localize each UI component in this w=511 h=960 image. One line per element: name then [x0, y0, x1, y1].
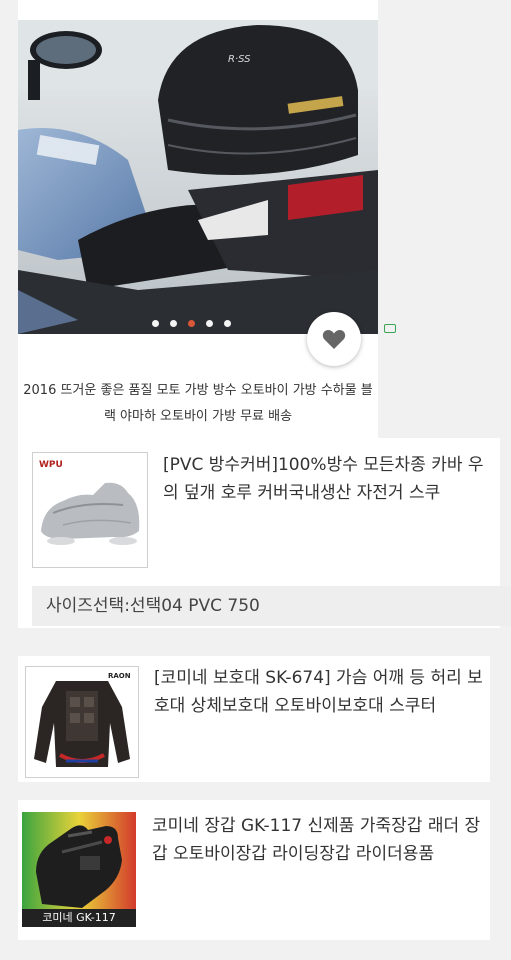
thumbnail-caption: 코미네 GK-117: [22, 909, 136, 927]
motorcycle-tail-bag-photo: R·SS: [18, 20, 378, 334]
brand-mark: RAON: [108, 672, 131, 680]
product-card[interactable]: RAON [코미네 보호대 SK-674] 가슴 어깨 등 허리 보호대 상체보…: [18, 656, 490, 782]
svg-text:R·SS: R·SS: [228, 54, 251, 65]
featured-product-card[interactable]: R·SS 2016 뜨거운 좋은 품질 모토 가방 방수 오토바이 가방 수하물…: [18, 0, 396, 440]
brand-mark: WPU: [39, 460, 63, 470]
motorcycle-cover-photo: WPU: [33, 453, 147, 567]
carousel-dot[interactable]: [151, 319, 159, 327]
carousel-dot[interactable]: [169, 319, 177, 327]
product-option: 사이즈선택:선택04 PVC 750: [32, 586, 511, 626]
carousel-dot-active[interactable]: [187, 319, 195, 327]
carousel-indicator: [146, 316, 236, 330]
product-card[interactable]: 코미네 GK-117 코미네 장갑 GK-117 신제품 가죽장갑 래더 장갑 …: [18, 800, 490, 940]
product-name[interactable]: 코미네 장갑 GK-117 신제품 가죽장갑 래더 장갑 오토바이장갑 라이딩장…: [152, 812, 490, 868]
product-thumbnail[interactable]: WPU: [32, 452, 148, 568]
ad-badge-icon: [384, 324, 396, 333]
featured-product-image[interactable]: R·SS: [18, 20, 378, 334]
carousel-dot[interactable]: [205, 319, 213, 327]
product-card[interactable]: WPU [PVC 방수커버]100%방수 모든차종 카바 우의 덮개 호루 커버…: [18, 438, 511, 628]
product-name[interactable]: [PVC 방수커버]100%방수 모든차종 카바 우의 덮개 호루 커버국내생산…: [163, 451, 498, 507]
heart-icon: [322, 329, 346, 349]
featured-product-title[interactable]: 2016 뜨거운 좋은 품질 모토 가방 방수 오토바이 가방 수하물 블랙 야…: [18, 378, 378, 430]
body-armor-jacket-photo: RAON: [26, 667, 138, 777]
product-thumbnail[interactable]: 코미네 GK-117: [22, 812, 136, 927]
product-name[interactable]: [코미네 보호대 SK-674] 가슴 어깨 등 허리 보호대 상체보호대 오토…: [154, 664, 490, 720]
product-thumbnail[interactable]: RAON: [25, 666, 139, 778]
carousel-dot[interactable]: [223, 319, 231, 327]
favorite-button[interactable]: [307, 312, 361, 366]
